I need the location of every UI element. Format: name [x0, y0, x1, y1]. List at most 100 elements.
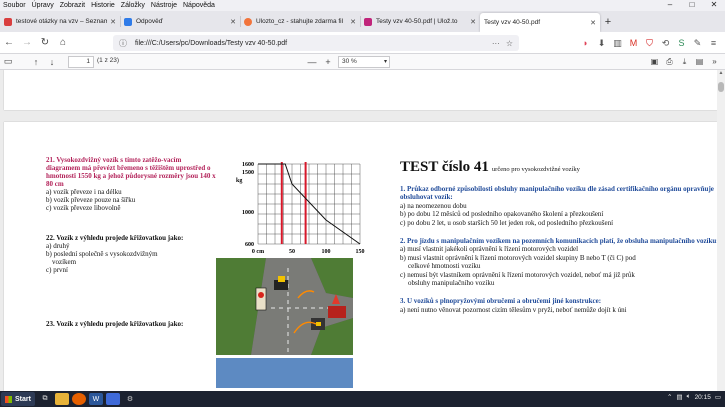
tab-close-icon[interactable]: ✕ [470, 18, 476, 26]
y-tick-label: 1000 [242, 210, 254, 216]
firefox-icon[interactable] [71, 393, 86, 405]
close-icon[interactable]: ✕ [703, 0, 725, 10]
settings-icon[interactable]: ⚙ [123, 393, 137, 405]
library-icon[interactable]: ▥ [610, 36, 625, 50]
menu-bar: Soubor Úpravy Zobrazit Historie Záložky … [0, 0, 725, 11]
intersection-illustration [216, 258, 353, 355]
scrollbar-thumb[interactable] [718, 82, 724, 92]
previous-page-icon[interactable]: ↑ [28, 57, 44, 67]
zoom-out-icon[interactable]: — [304, 57, 320, 67]
question-2-option-c-cont: obsluhy manipulačního vozíku [408, 279, 495, 288]
next-page-icon[interactable]: ↓ [44, 57, 60, 67]
notifications-icon[interactable]: ▭ [715, 393, 721, 401]
print-icon[interactable]: ⎙ [663, 56, 676, 68]
pdf-viewer[interactable]: 21. Vysokozdvižný vozík s tímto zatěžo-v… [0, 70, 725, 391]
menu-help[interactable]: Nápověda [180, 2, 218, 9]
load-diagram-chart: 1600 1500 1000 600 0 cm 50 100 150 kg [236, 162, 365, 254]
tray-up-icon[interactable]: ⌃ [667, 393, 672, 401]
adblock-icon[interactable]: ⛉ [642, 36, 657, 50]
menu-view[interactable]: Zobrazit [57, 2, 88, 9]
tab-label: Ulozto_cz - stahujte zdarma fil [256, 18, 344, 25]
start-button[interactable]: Start [1, 392, 35, 406]
tab-close-icon[interactable]: ✕ [590, 19, 596, 27]
menu-history[interactable]: Historie [88, 2, 118, 9]
volume-icon[interactable]: 🔈︎ [687, 393, 691, 401]
system-tray: ⌃ ▤ 🔈︎ 20:15 ▭ [667, 393, 721, 401]
tab-ulozto-pdf[interactable]: Testy vzv 40-50.pdf | Ulož.to ✕ [360, 11, 480, 32]
vertical-scrollbar[interactable] [717, 70, 725, 391]
tab-close-icon[interactable]: ✕ [110, 18, 116, 26]
page-count: (1 z 23) [97, 57, 120, 64]
tab-odpoved[interactable]: Odpověď ✕ [120, 11, 240, 32]
pocket-icon[interactable]: ◗ [578, 36, 593, 50]
test-subtitle: určeno pro vysokozdvižné vozíky [491, 166, 580, 173]
tab-bar: testové otázky na vzv – Seznam ✕ Odpověď… [0, 11, 725, 32]
scroll-up-icon[interactable]: ▲ [717, 70, 725, 78]
x-tick-label: 100 [322, 249, 331, 254]
tab-label: testové otázky na vzv – Seznam [16, 18, 108, 25]
menu-edit[interactable]: Úpravy [29, 2, 57, 9]
sync-icon[interactable]: ⟲ [658, 36, 673, 50]
page-number-input[interactable]: 1 [68, 56, 94, 68]
zoom-select[interactable]: 30 % [338, 56, 390, 68]
question-21-title: 21. Vysokozdvižný vozík s tímto zatěžo-v… [46, 156, 216, 188]
menu-file[interactable]: Soubor [0, 2, 29, 9]
tab-label: Testy vzv 40-50.pdf | Ulož.to [376, 18, 458, 25]
downloads-icon[interactable]: ⬇ [594, 36, 609, 50]
test-title-text: TEST číslo 41 [400, 159, 489, 175]
question-1-title: 1. Průkaz odborné způsobilosti obsluhy m… [400, 185, 714, 202]
hamburger-menu-icon[interactable]: ≡ [706, 36, 721, 50]
menu-bookmarks[interactable]: Záložky [118, 2, 148, 9]
question-1-option-b: b) po dobu 12 měsíců od posledního opako… [400, 210, 604, 219]
presentation-icon[interactable]: ▣ [648, 56, 661, 68]
clock[interactable]: 20:15 [695, 394, 711, 401]
forward-icon[interactable]: → [18, 37, 36, 48]
tab-ulozto[interactable]: Ulozto_cz - stahujte zdarma fil ✕ [240, 11, 360, 32]
tab-close-icon[interactable]: ✕ [350, 18, 356, 26]
gmail-icon[interactable]: M [626, 36, 641, 50]
x-tick-label: 150 [356, 249, 365, 254]
right-column: TEST číslo 41 určeno pro vysokozdvižné vo… [400, 158, 720, 314]
tab-seznam[interactable]: testové otázky na vzv – Seznam ✕ [0, 11, 120, 32]
back-icon[interactable]: ← [0, 37, 18, 48]
bookmark-star-icon[interactable]: ☆ [506, 39, 513, 48]
left-column: 21. Vysokozdvižný vozík s tímto zatěžo-v… [46, 156, 216, 328]
reload-icon[interactable]: ↻ [36, 37, 54, 48]
tab-close-icon[interactable]: ✕ [230, 18, 236, 26]
pdf-page-previous [4, 70, 717, 110]
x-tick-label: 0 cm [252, 249, 264, 254]
more-actions-icon[interactable]: ··· [492, 39, 500, 48]
save-icon[interactable]: ⤓ [678, 56, 691, 68]
url-text[interactable]: file:///C:/Users/pc/Downloads/Testy vzv … [135, 40, 492, 47]
minimize-icon[interactable]: – [659, 0, 681, 10]
sidebar-toggle-icon[interactable]: ▭ [0, 56, 16, 67]
question-22-title: 22. Vozík z výhledu projede křižovatkou … [46, 234, 184, 242]
tools-icon[interactable]: » [708, 56, 721, 68]
puzzle-icon[interactable]: ✎ [690, 36, 705, 50]
zoom-in-icon[interactable]: + [320, 57, 336, 67]
pdf-toolbar-right: ▣ ⎙ ⤓ ▤ » [648, 56, 721, 68]
task-view-icon[interactable]: ⧉ [38, 393, 52, 405]
intersection-illustration-2 [216, 358, 353, 388]
start-label: Start [15, 395, 31, 403]
extension-icon[interactable]: S [674, 36, 689, 50]
home-icon[interactable]: ⌂ [54, 37, 72, 48]
y-tick-label: 1500 [242, 170, 254, 176]
x-tick-label: 50 [289, 249, 295, 254]
ulozto-favicon-icon [364, 17, 372, 26]
menu-tools[interactable]: Nástroje [148, 2, 180, 9]
network-icon[interactable]: ▤ [677, 393, 683, 401]
y-tick-label: 1600 [242, 162, 254, 168]
question-2-option-a: a) musí vlastnit jakékoli oprávnění k ří… [400, 245, 579, 254]
file-explorer-icon[interactable] [54, 393, 69, 405]
bookmark-icon[interactable]: ▤ [693, 56, 706, 68]
taskbar: Start ⧉ W ⚙ ⌃ ▤ 🔈︎ 20:15 ▭ [0, 391, 725, 407]
app-icon[interactable] [105, 393, 120, 405]
tab-pdf-active[interactable]: Testy vzv 40-50.pdf ✕ [480, 13, 600, 32]
address-bar[interactable]: ⓘ file:///C:/Users/pc/Downloads/Testy vz… [113, 35, 519, 51]
new-tab-button[interactable]: + [600, 11, 616, 32]
page-info-icon[interactable]: ⓘ [119, 38, 131, 49]
maximize-icon[interactable]: □ [681, 0, 703, 10]
question-2-title: 2. Pro jízdu s manipulačním vozíkem na p… [400, 237, 719, 246]
word-icon[interactable]: W [88, 393, 103, 405]
